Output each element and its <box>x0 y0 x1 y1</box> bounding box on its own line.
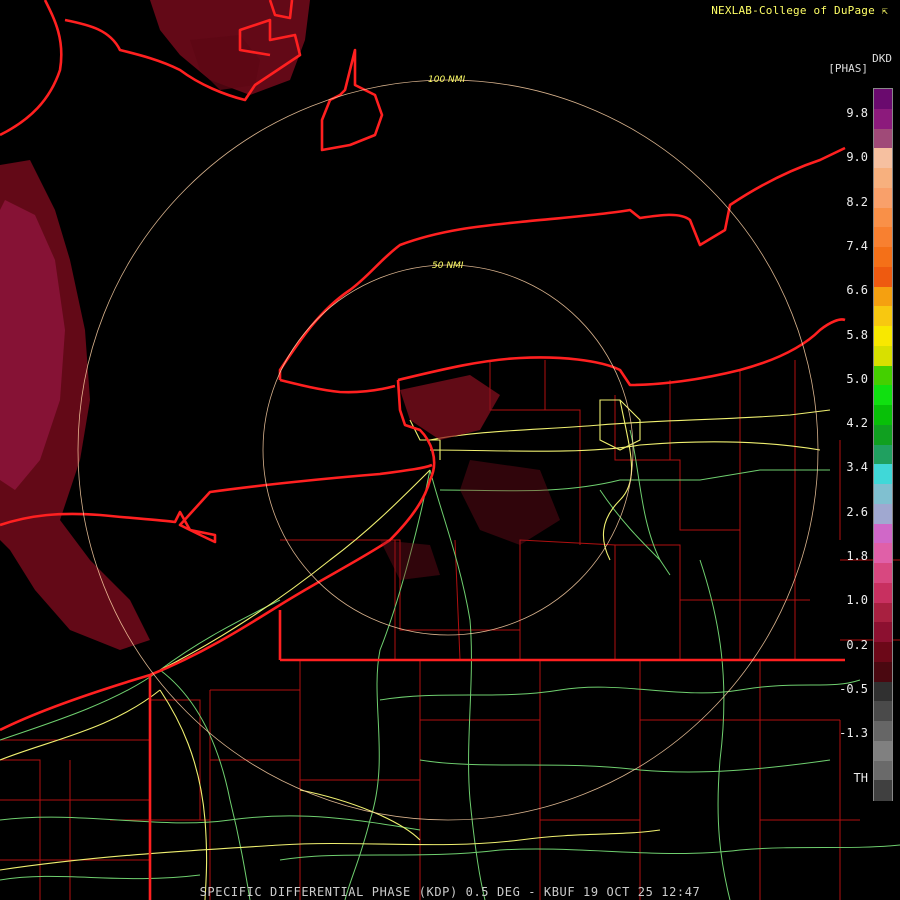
legend-tick-label: 5.8 <box>846 327 868 342</box>
legend-swatch <box>874 543 892 564</box>
legend-swatch <box>874 701 892 722</box>
legend-swatch <box>874 503 892 524</box>
legend-swatch <box>874 582 892 603</box>
legend-tick-label: 9.0 <box>846 150 868 165</box>
legend-swatch <box>874 306 892 327</box>
legend-swatch <box>874 128 892 149</box>
legend-swatch <box>874 286 892 307</box>
legend-swatch <box>874 207 892 228</box>
legend-tick-label: 3.4 <box>846 460 868 475</box>
product-caption: SPECIFIC DIFFERENTIAL PHASE (KDP) 0.5 DE… <box>199 885 701 899</box>
legend-unit: [PHAS] <box>828 62 868 75</box>
legend-swatch <box>874 642 892 663</box>
legend-swatch <box>874 523 892 544</box>
legend-swatch <box>874 365 892 386</box>
legend-swatch <box>874 385 892 406</box>
legend-swatch <box>874 326 892 347</box>
ring-label-100: 100 NMI <box>428 75 466 85</box>
legend-tick-label: 8.2 <box>846 194 868 209</box>
legend-tick-label: 4.2 <box>846 416 868 431</box>
radar-map: 50 NMI 100 NMI <box>0 0 900 900</box>
legend-tick-label: 6.6 <box>846 283 868 298</box>
legend-tick-label: 2.6 <box>846 504 868 519</box>
legend-swatch <box>874 661 892 682</box>
credit-text: NEXLAB-College of DuPage <box>711 4 875 17</box>
ring-label-50: 50 NMI <box>432 261 464 271</box>
legend-swatch <box>874 227 892 248</box>
legend-tick-label: 7.4 <box>846 238 868 253</box>
legend-swatch <box>874 602 892 623</box>
legend-swatch <box>874 681 892 702</box>
nexlab-credit: NEXLAB-College of DuPage ⇱ <box>711 4 888 17</box>
legend-swatch <box>874 148 892 169</box>
link-arrow-icon[interactable]: ⇱ <box>882 6 888 17</box>
legend-swatch <box>874 760 892 781</box>
legend-tick-label: TH <box>853 770 868 785</box>
legend-swatch <box>874 345 892 366</box>
legend-swatch <box>874 247 892 268</box>
legend-swatch <box>874 89 892 110</box>
legend-product-code: DKD <box>872 52 892 65</box>
legend-tick-label: 0.2 <box>846 637 868 652</box>
legend-swatch <box>874 108 892 129</box>
legend-tick-label: -1.3 <box>839 726 868 741</box>
legend-swatch <box>874 444 892 465</box>
legend-swatch <box>874 622 892 643</box>
legend-swatch <box>874 405 892 426</box>
legend-swatch <box>874 484 892 505</box>
legend-swatch <box>874 424 892 445</box>
legend-tick-label: 5.0 <box>846 371 868 386</box>
legend-swatch <box>874 266 892 287</box>
legend-swatch <box>874 721 892 742</box>
legend-swatch <box>874 464 892 485</box>
color-legend-bar <box>873 88 893 801</box>
legend-swatch <box>874 740 892 761</box>
legend-tick-label: 9.8 <box>846 106 868 120</box>
legend-tick-label: 1.8 <box>846 549 868 563</box>
legend-swatch <box>874 168 892 189</box>
legend-tick-label: 1.0 <box>846 593 868 608</box>
legend-swatch <box>874 563 892 584</box>
legend-swatch <box>874 187 892 208</box>
legend-tick-label: -0.5 <box>839 681 868 696</box>
legend-swatch <box>874 780 892 801</box>
